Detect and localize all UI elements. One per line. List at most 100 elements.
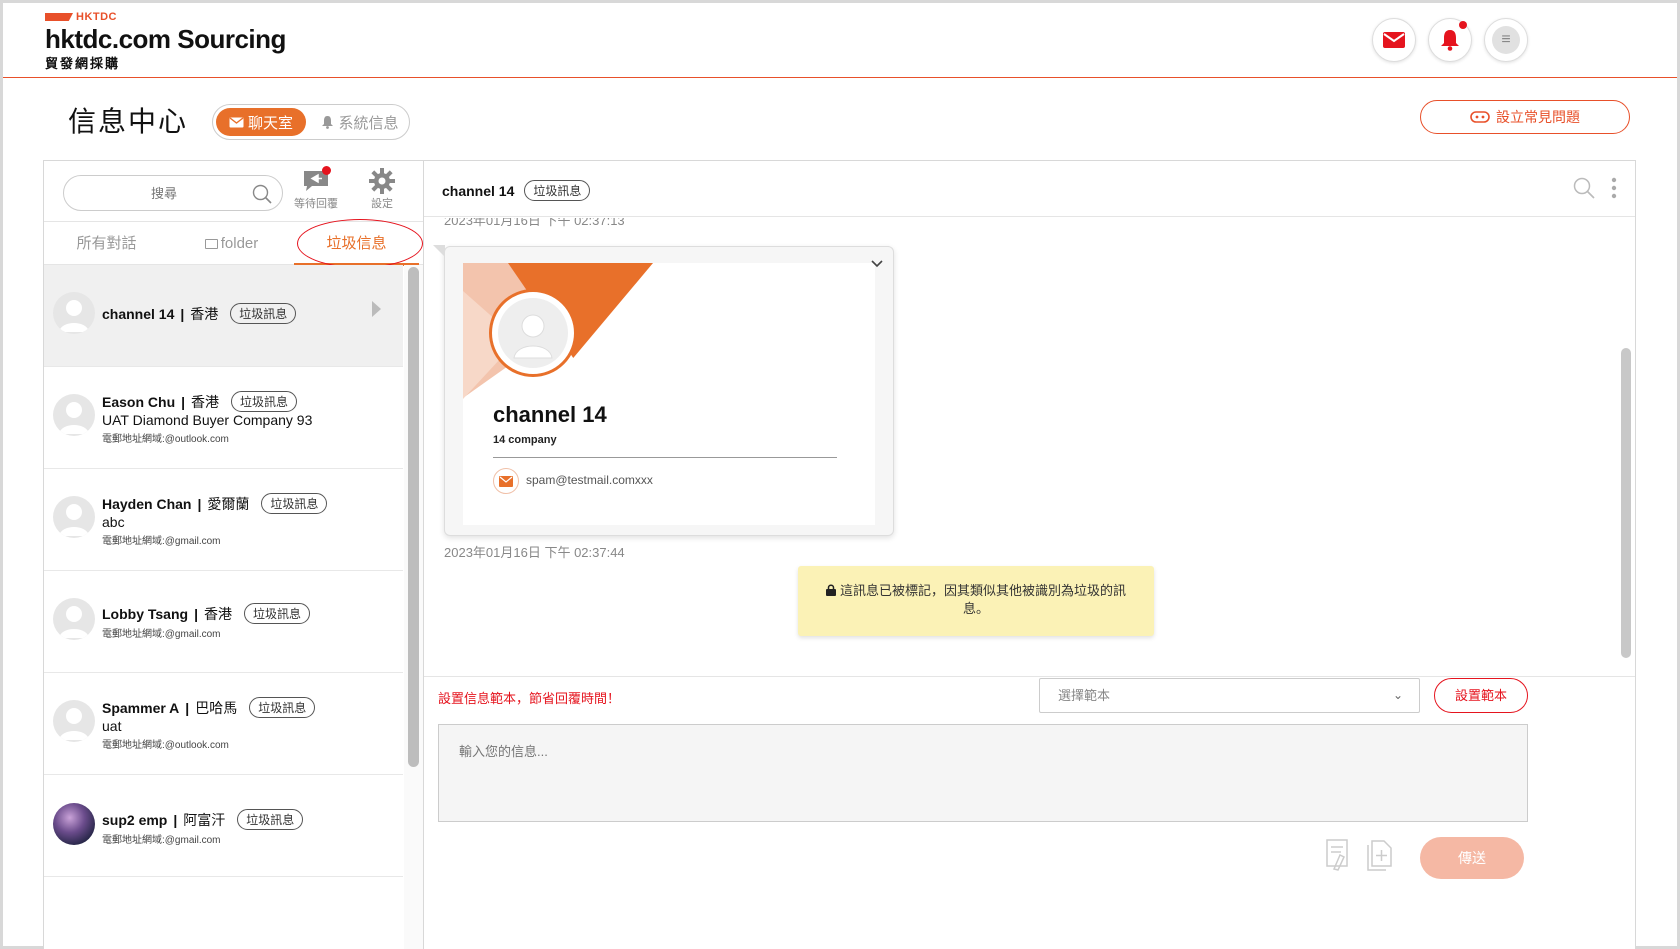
tab-system-messages[interactable]: 系統信息 [313,108,407,136]
spam-tag: 垃圾訊息 [249,697,316,718]
chat-panel: channel 14 垃圾訊息 2023年01月16日 下午 02:37:13 [424,160,1636,949]
default-user-icon [59,708,89,740]
conversation-item[interactable]: Lobby Tsang | 香港 垃圾訊息 電郵地址網域:@gmail.com [44,571,403,673]
conversation-item[interactable]: Spammer A | 巴哈馬 垃圾訊息 uat 電郵地址網域:@outlook… [44,673,403,775]
page-title: 信息中心 [68,106,189,137]
conversation-search [63,175,283,211]
business-card-message[interactable]: channel 14 14 company spam@testmail.comx… [433,245,894,536]
message-timestamp: 2023年01月16日 下午 02:37:44 [444,545,625,560]
send-button[interactable]: 傳送 [1420,837,1524,879]
top-header: HKTDC hktdc.com Sourcing 貿發網採購 ≡ [3,3,1677,78]
conversation-list-scrollbar[interactable] [404,265,423,949]
spam-tag: 垃圾訊息 [524,180,591,201]
spam-notice: 這訊息已被標記，因其類似其他被識別為垃圾的訊息。 [798,566,1154,636]
filter-tab-folder[interactable]: folder [169,222,294,266]
avatar [53,598,95,640]
chat-bot-icon [1470,111,1490,123]
tab-chat-room[interactable]: 聊天室 [216,108,306,136]
filter-tab-spam[interactable]: 垃圾信息 [294,222,419,266]
bell-icon [1441,30,1459,51]
setup-faq-button[interactable]: 設立常見問題 [1420,100,1630,134]
conversation-name: channel 14 [102,305,175,322]
separator: | [180,305,185,322]
conversation-location: 香港 [204,605,232,622]
avatar [53,292,95,334]
conversation-filter-tabs: 所有對話 folder 垃圾信息 [44,219,423,268]
logo-subtitle: 貿發網採購 [45,56,121,71]
template-select[interactable]: 選擇範本 ⌄ [1039,678,1420,713]
conversation-company: UAT Diamond Buyer Company 93 [102,412,313,428]
avatar [53,394,95,436]
separator: | [194,605,198,622]
logo-mark: HKTDC [45,11,286,23]
chevron-down-icon: ⌄ [1392,688,1403,702]
add-file-icon[interactable] [1366,839,1394,871]
spam-tag: 垃圾訊息 [237,809,304,830]
message-thread-scrollbar[interactable] [1619,218,1633,667]
separator: | [185,699,190,716]
logo-title: hktdc.com Sourcing [45,24,286,54]
search-icon[interactable] [252,184,272,204]
hktdc-logo[interactable]: HKTDC hktdc.com Sourcing 貿發網採購 [45,11,286,72]
settings-button[interactable]: 設定 [353,167,411,211]
conversation-item[interactable]: Hayden Chan | 愛爾蘭 垃圾訊息 abc 電郵地址網域:@gmail… [44,469,403,571]
message-timestamp: 2023年01月16日 下午 02:37:13 [444,218,625,228]
chat-title: channel 14 [442,182,515,199]
settings-label: 設定 [371,198,393,210]
notification-button[interactable] [1428,18,1472,62]
tab-chat-label: 聊天室 [247,114,293,132]
selected-arrow-icon [372,301,381,317]
set-template-button[interactable]: 設置範本 [1434,678,1528,713]
separator: | [173,811,178,828]
scrollbar-thumb[interactable] [408,267,419,767]
message-input-box [438,724,1528,822]
avatar [53,803,95,845]
notification-dot [1459,21,1467,29]
conversation-item[interactable]: sup2 emp | 阿富汗 垃圾訊息 電郵地址網域:@gmail.com [44,775,403,877]
mail-button[interactable] [1372,18,1416,62]
folder-icon [204,239,218,249]
template-hint: 設置信息範本，節省回覆時間！ [438,691,621,706]
card-company: 14 company [493,434,557,446]
attach-document-icon[interactable] [1324,839,1352,871]
conversation-panel: 等待回覆 設定 所有對話 folder 垃圾信息 [43,160,424,949]
waiting-reply-label: 等待回覆 [294,198,338,210]
search-icon[interactable] [1573,177,1595,199]
card-email: spam@testmail.comxxx [526,473,653,487]
separator: | [197,495,202,512]
message-type-switch: 聊天室 系統信息 [212,104,410,140]
conversation-email-domain: 電郵地址網域:@gmail.com [102,835,221,846]
conversation-name: Lobby Tsang [102,605,189,622]
conversation-location: 愛爾蘭 [207,495,250,512]
menu-button[interactable]: ≡ [1484,18,1528,62]
default-user-icon [59,606,89,638]
waiting-reply-dot [322,166,331,175]
logo-brand: HKTDC [76,11,117,23]
email-icon [493,468,519,494]
message-input[interactable] [439,725,1527,821]
logo-flag-icon [45,13,73,21]
conversation-location: 香港 [191,393,220,410]
conversation-item[interactable]: Eason Chu | 香港 垃圾訊息 UAT Diamond Buyer Co… [44,367,403,469]
conversation-name: Eason Chu [102,393,176,410]
spam-notice-text: 這訊息已被標記，因其類似其他被識別為垃圾的訊息。 [839,583,1126,616]
scrollbar-thumb[interactable] [1621,348,1631,658]
conversation-email-domain: 電郵地址網域:@outlook.com [102,740,229,751]
conversation-item[interactable]: channel 14 | 香港 垃圾訊息 [44,265,403,367]
waiting-reply-button[interactable]: 等待回覆 [287,166,345,211]
bubble-tail [433,245,445,257]
lock-icon [825,584,836,596]
chevron-down-icon[interactable] [871,255,883,271]
search-input[interactable] [74,176,254,210]
card-avatar [489,289,577,377]
filter-tab-all[interactable]: 所有對話 [44,222,169,266]
default-user-icon [59,504,89,536]
conversation-company: uat [102,718,122,734]
conversation-email-domain: 電郵地址網域:@outlook.com [102,434,229,445]
avatar [53,496,95,538]
more-options-icon[interactable] [1611,177,1617,199]
message-thread: 2023年01月16日 下午 02:37:13 channel 14 14 co… [424,218,1635,677]
filter-tab-folder-label: folder [220,235,259,252]
spam-tag: 垃圾訊息 [231,391,298,412]
spam-tag: 垃圾訊息 [230,303,297,324]
